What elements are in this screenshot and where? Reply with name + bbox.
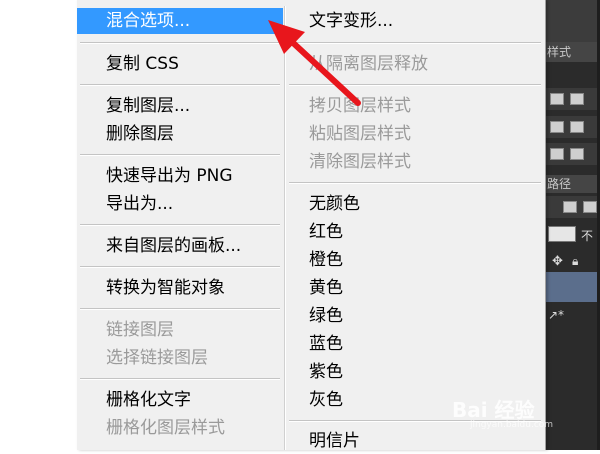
baidu-watermark-url: jingyan.baidu.com — [470, 420, 554, 430]
baidu-watermark: Bai 经验 — [452, 398, 535, 422]
annotation-arrow-icon — [268, 20, 361, 106]
